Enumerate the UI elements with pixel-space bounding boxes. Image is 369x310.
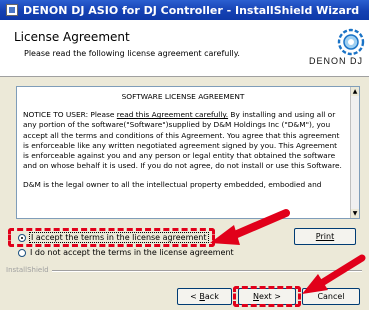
red-arrow-icon xyxy=(302,254,366,294)
red-arrow-icon xyxy=(210,209,290,245)
denon-logo-icon xyxy=(337,28,365,56)
license-paragraph-1: NOTICE TO USER: Please read this Agreeme… xyxy=(23,110,343,171)
license-scrollbar[interactable]: ▲ ▼ xyxy=(350,87,359,218)
license-underlined-text: read this Agreement carefully. xyxy=(116,110,229,120)
back-button[interactable]: < Back xyxy=(177,288,232,305)
installer-app-icon xyxy=(6,4,18,16)
license-text-box[interactable]: SOFTWARE LICENSE AGREEMENT NOTICE TO USE… xyxy=(16,86,360,219)
header-panel: License Agreement Please read the follow… xyxy=(0,20,369,77)
back-button-suffix: ack xyxy=(204,292,219,301)
scroll-up-arrow-icon[interactable]: ▲ xyxy=(351,87,359,96)
brand-name: DENON DJ xyxy=(308,56,363,66)
page-subtitle: Please read the following license agreem… xyxy=(24,49,240,58)
installer-window: DENON DJ ASIO for DJ Controller - Instal… xyxy=(0,0,369,310)
print-button-label: Print xyxy=(315,232,335,241)
radio-unchecked-icon[interactable] xyxy=(18,248,26,257)
license-text: SOFTWARE LICENSE AGREEMENT NOTICE TO USE… xyxy=(17,87,349,218)
license-heading: SOFTWARE LICENSE AGREEMENT xyxy=(121,92,245,101)
window-title: DENON DJ ASIO for DJ Controller - Instal… xyxy=(23,3,360,17)
highlight-box-next xyxy=(233,286,301,307)
license-paragraph-2: D&M is the legal owner to all the intell… xyxy=(23,180,322,190)
license-text-pre: NOTICE TO USER: Please xyxy=(23,110,117,120)
title-bar: DENON DJ ASIO for DJ Controller - Instal… xyxy=(0,0,369,20)
page-title: License Agreement xyxy=(14,30,130,44)
highlight-box-accept xyxy=(8,228,215,247)
print-button[interactable]: Print xyxy=(294,228,356,245)
installshield-label: InstallShield xyxy=(6,266,49,274)
license-text-post: By installing and using all or any porti… xyxy=(23,110,342,171)
scroll-down-arrow-icon[interactable]: ▼ xyxy=(351,209,359,218)
